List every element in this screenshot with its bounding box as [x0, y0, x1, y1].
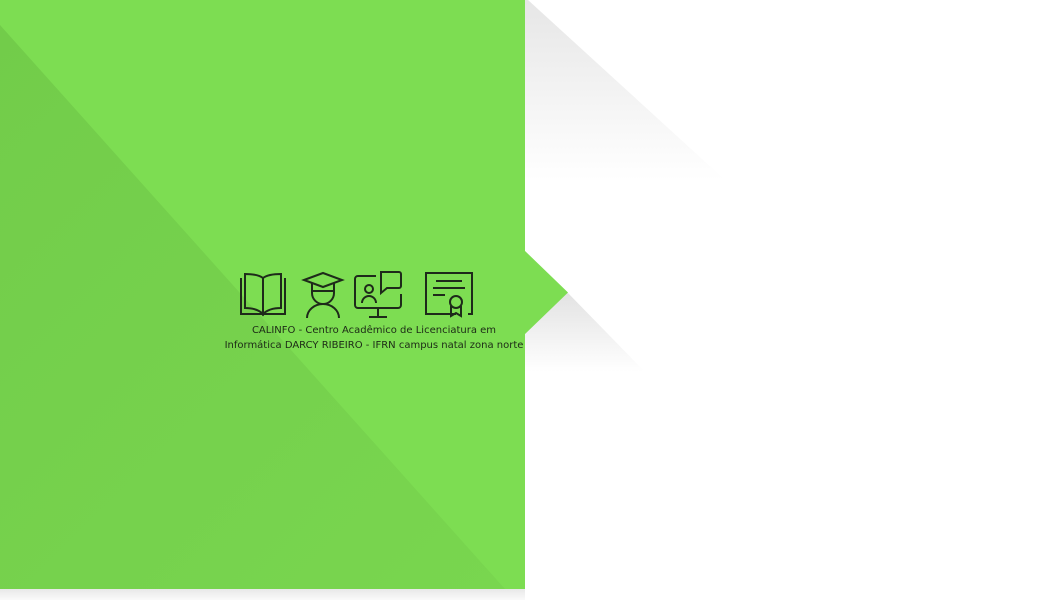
bottom-shadow [0, 589, 525, 600]
decorative-shadow-top [525, 0, 725, 180]
caption-line-1: CALINFO - Centro Acadêmico de Licenciatu… [251, 325, 497, 336]
graduate-icon [301, 271, 345, 319]
logo-icons [238, 270, 478, 320]
open-book-icon [240, 272, 286, 317]
caption-line-2: Informática DARCY RIBEIRO - IFRN campus … [224, 340, 524, 351]
certificate-icon [425, 272, 473, 318]
caption: CALINFO - Centro Acadêmico de Licenciatu… [210, 323, 538, 353]
online-class-icon [354, 271, 402, 318]
